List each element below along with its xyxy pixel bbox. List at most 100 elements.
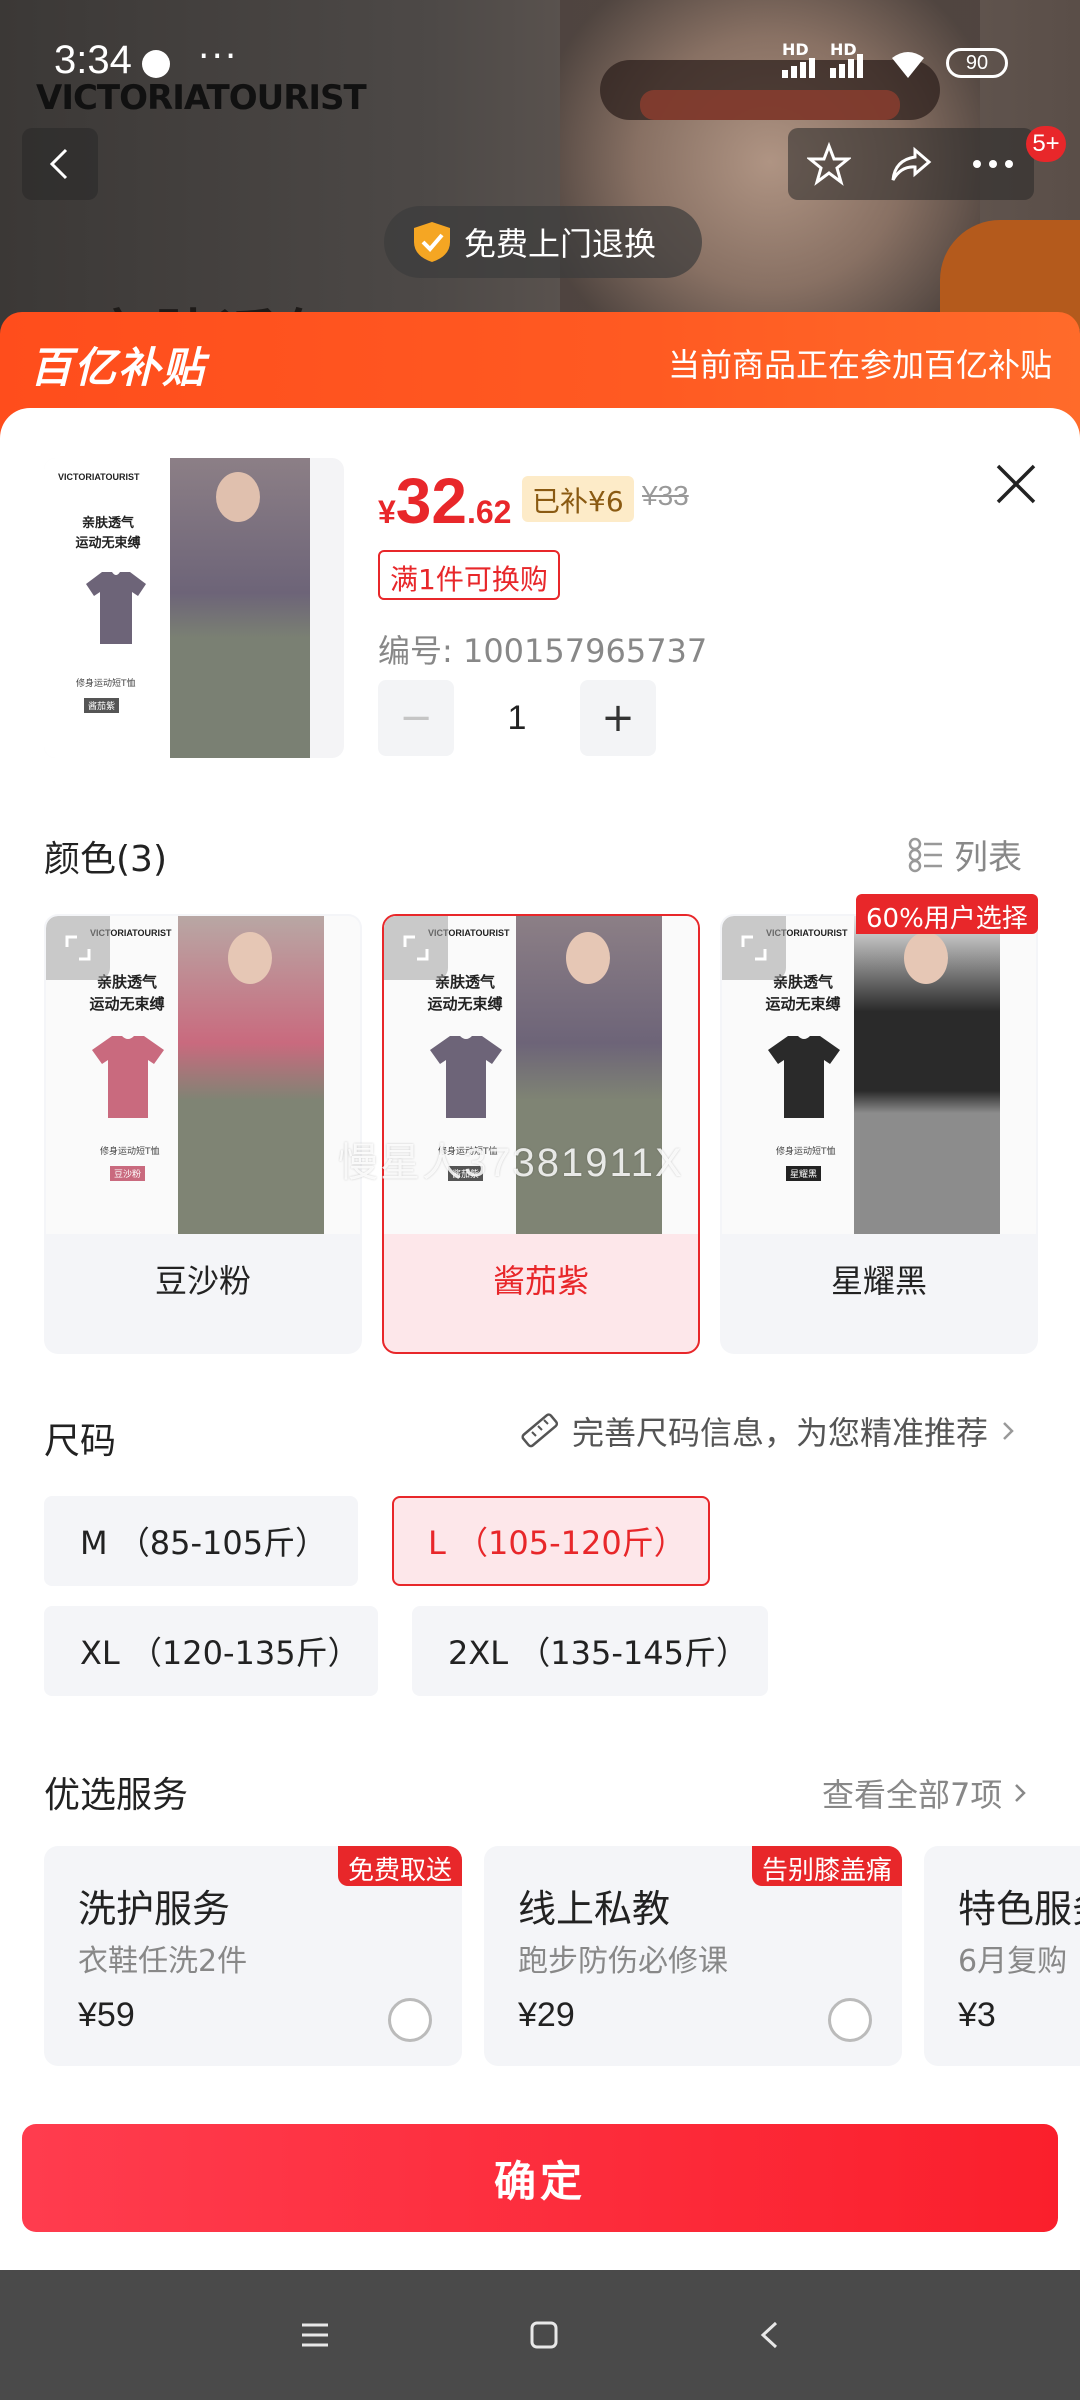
share-icon[interactable] <box>889 144 933 184</box>
list-icon <box>908 837 942 872</box>
close-icon[interactable] <box>990 458 1042 510</box>
price-decimal: .62 <box>466 494 512 530</box>
mini-color-tag: 豆沙粉 <box>110 1166 146 1181</box>
mini-caption: 修身运动短T恤 <box>776 1147 836 1157</box>
shirt-illustration <box>86 572 146 644</box>
service-name: 特色服务 <box>958 1887 1080 1931</box>
back-nav-icon[interactable] <box>758 2320 780 2350</box>
expand-icon[interactable] <box>46 916 110 980</box>
ruler-icon <box>521 1413 559 1448</box>
thumb-tag: 酱茄紫 <box>84 698 120 713</box>
size-section-title: 尺码 <box>44 1421 117 1462</box>
signal-icon <box>782 58 815 78</box>
price: ¥32.62 <box>378 464 511 538</box>
thumb-model-photo <box>170 458 310 758</box>
service-radio[interactable] <box>388 1998 432 2042</box>
star-icon[interactable] <box>807 142 851 186</box>
model-face <box>904 932 948 984</box>
service-desc: 衣鞋任洗2件 <box>78 1944 248 1979</box>
decrease-button[interactable]: − <box>378 680 454 756</box>
service-desc: 6月复购 <box>958 1944 1068 1979</box>
expand-icon[interactable] <box>722 916 786 980</box>
service-radio[interactable] <box>828 1998 872 2042</box>
original-price: ¥33 <box>642 480 689 511</box>
exchange-tag: 满1件可换购 <box>378 550 560 600</box>
sku-selector-sheet: VICTORIATOURIST 亲肤透气 运动无束缚 修身运动短T恤 酱茄紫 ¥… <box>0 408 1080 2270</box>
back-button[interactable] <box>22 128 98 200</box>
service-price: ¥29 <box>518 1996 575 2034</box>
thumb-line1: 亲肤透气 <box>81 516 134 531</box>
alarm-icon <box>142 50 170 78</box>
shirt-illustration <box>92 1036 164 1118</box>
status-bar: 3:34 ··· VICTORIATOURIST HD HD 90 <box>0 0 1080 120</box>
size-option-2xl[interactable]: 2XL （135-145斤） <box>412 1606 768 1696</box>
service-desc: 跑步防伤必修课 <box>518 1944 728 1979</box>
size-option-m[interactable]: M （85-105斤） <box>44 1496 358 1586</box>
service-name: 线上私教 <box>518 1887 671 1931</box>
model-photo <box>178 916 324 1234</box>
message-count-badge: 5+ <box>1026 126 1066 162</box>
services-section-title: 优选服务 <box>44 1775 189 1816</box>
sku-number: 编号: 100157965737 <box>378 632 708 670</box>
service-card-special[interactable]: 特色服务 6月复购 ¥3 <box>924 1846 1080 2066</box>
size-option-xl[interactable]: XL （120-135斤） <box>44 1606 378 1696</box>
brand-logo: VICTORIATOURIST <box>36 78 367 118</box>
increase-button[interactable]: + <box>580 680 656 756</box>
price-currency: ¥ <box>378 494 396 530</box>
service-price: ¥3 <box>958 1996 996 2034</box>
chevron-right-icon <box>1003 1422 1014 1440</box>
free-return-label: 免费上门退换 <box>464 225 657 263</box>
chevron-left-icon <box>49 148 68 180</box>
thumb-brand: VICTORIATOURIST <box>58 472 140 482</box>
list-toggle-label: 列表 <box>954 838 1022 878</box>
expand-icon[interactable] <box>384 916 448 980</box>
color-option-black[interactable]: VICTORIATOURIST 亲肤透气 运动无束缚 修身运动短T恤 星耀黑 星… <box>720 914 1038 1354</box>
color-option-label: 豆沙粉 <box>154 1262 251 1300</box>
top-actions <box>788 128 1034 200</box>
mini-color-tag: 星耀黑 <box>786 1166 822 1181</box>
color-option-label: 星耀黑 <box>830 1262 927 1300</box>
shirt-illustration <box>430 1036 502 1118</box>
service-name: 洗护服务 <box>78 1887 231 1931</box>
color-option-label: 酱茄紫 <box>492 1262 589 1300</box>
subsidy-logo: 百亿补贴 <box>30 343 207 392</box>
size-recommend-text: 完善尺码信息，为您精准推荐 <box>572 1414 989 1452</box>
watermark: 慢星人37381911X <box>338 1141 684 1185</box>
subsidy-message: 当前商品正在参加百亿补贴 <box>667 346 1052 384</box>
shirt-illustration <box>768 1036 840 1118</box>
service-card-laundry[interactable]: 免费取送 洗护服务 衣鞋任洗2件 ¥59 <box>44 1846 462 2066</box>
home-icon[interactable] <box>529 2320 559 2350</box>
color-option-pink[interactable]: VICTORIATOURIST 亲肤透气 运动无束缚 修身运动短T恤 豆沙粉 豆… <box>44 914 362 1354</box>
thumb-model-face <box>216 472 260 522</box>
service-card-coach[interactable]: 告别膝盖痛 线上私教 跑步防伤必修课 ¥29 <box>484 1846 902 2066</box>
service-tag: 告别膝盖痛 <box>751 1846 902 1886</box>
mini-line2: 运动无束缚 <box>427 995 503 1013</box>
list-view-toggle[interactable]: 列表 <box>908 830 1022 879</box>
wifi-icon <box>892 52 924 78</box>
price-integer: 32 <box>395 465 467 537</box>
system-nav-bar <box>0 2270 1080 2400</box>
status-time: 3:34 <box>54 38 132 82</box>
popular-choice-badge: 60%用户选择 <box>856 894 1038 934</box>
menu-icon[interactable] <box>300 2322 330 2348</box>
model-face <box>566 932 610 984</box>
service-price: ¥59 <box>78 1996 135 2034</box>
size-option-l[interactable]: L （105-120斤） <box>392 1496 710 1586</box>
chevron-right-icon <box>1015 1784 1027 1802</box>
product-thumbnail[interactable]: VICTORIATOURIST 亲肤透气 运动无束缚 修身运动短T恤 酱茄紫 <box>44 458 344 758</box>
color-section-title: 颜色(3) <box>44 839 167 880</box>
more-icon[interactable] <box>971 159 1015 169</box>
service-tag: 免费取送 <box>337 1846 462 1886</box>
model-photo <box>854 916 1000 1234</box>
quantity-stepper: − 1 + <box>378 680 656 756</box>
model-face <box>228 932 272 984</box>
size-recommend-link[interactable]: 完善尺码信息，为您精准推荐 <box>518 1408 1016 1454</box>
thumb-caption: 修身运动短T恤 <box>76 679 136 689</box>
view-all-services-link[interactable]: 查看全部7项 <box>822 1770 1028 1816</box>
free-return-pill: 免费上门退换 <box>384 206 702 278</box>
mini-caption: 修身运动短T恤 <box>100 1147 160 1157</box>
quantity-value[interactable]: 1 <box>454 699 580 738</box>
mini-line2: 运动无束缚 <box>89 995 165 1013</box>
view-all-label: 查看全部7项 <box>822 1776 1003 1814</box>
confirm-button[interactable]: 确定 <box>22 2124 1058 2232</box>
